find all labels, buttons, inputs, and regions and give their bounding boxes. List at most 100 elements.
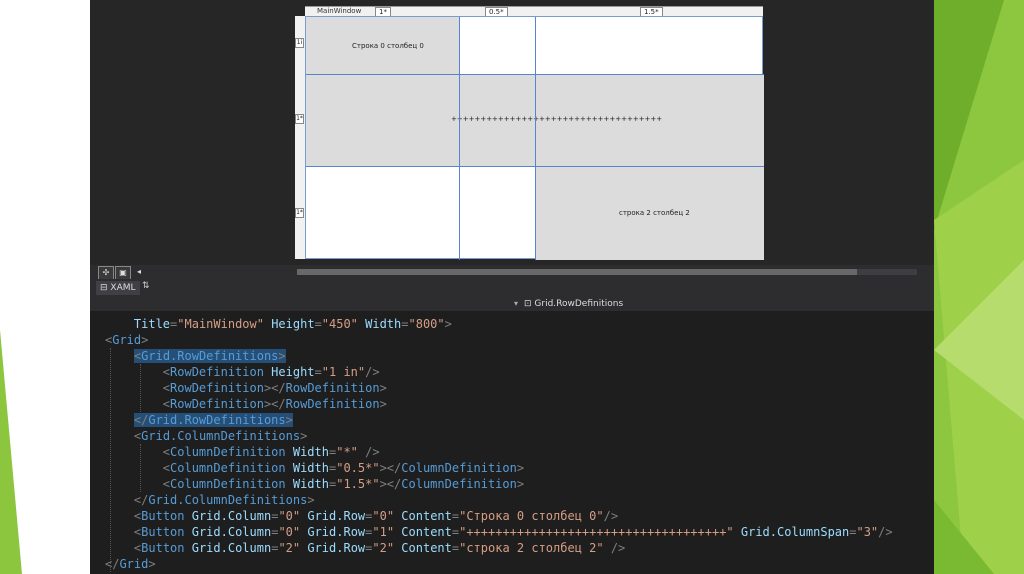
code-token: Grid.Row	[300, 541, 366, 555]
code-line[interactable]: <Grid.ColumnDefinitions>	[105, 428, 307, 444]
code-line[interactable]: <RowDefinition></RowDefinition>	[105, 396, 387, 412]
code-line[interactable]: </Grid>	[105, 556, 156, 572]
code-line[interactable]: <RowDefinition></RowDefinition>	[105, 380, 387, 396]
code-token: RowDefinition	[170, 381, 264, 395]
code-line[interactable]: Title="MainWindow" Height="450" Width="8…	[105, 316, 452, 332]
code-token: />	[365, 365, 380, 379]
code-token: Grid.RowDefinitions	[148, 413, 286, 427]
element-breadcrumb[interactable]: ⊡ Grid.RowDefinitions	[524, 297, 623, 311]
code-token: Grid.Column	[184, 509, 272, 523]
code-line[interactable]: <Button Grid.Column="0" Grid.Row="1" Con…	[105, 524, 893, 540]
code-token: ColumnDefinition	[170, 477, 286, 491]
code-token: >	[516, 477, 525, 491]
column-divider-2[interactable]	[535, 17, 536, 260]
code-token: =	[314, 317, 322, 331]
code-token: />	[357, 445, 380, 459]
code-token: Button	[141, 509, 185, 523]
code-token: <	[162, 397, 171, 411]
code-token: >	[285, 413, 293, 427]
code-token: >	[379, 397, 387, 411]
horizontal-scrollbar[interactable]	[297, 269, 917, 275]
button-row0-col0-label: Строка 0 столбец 0	[352, 42, 424, 50]
code-token: Grid.Column	[184, 541, 272, 555]
window-title: MainWindow	[317, 7, 362, 15]
code-token: "MainWindow"	[177, 317, 264, 331]
button-row0-col0[interactable]: Строка 0 столбец 0	[306, 17, 459, 74]
grid-snap-icon[interactable]: ✣	[98, 266, 114, 280]
button-row1-span-label: ++++++++++++++++++++++++++++++++++++	[451, 115, 663, 123]
button-row2-col2-label: строка 2 столбец 2	[619, 209, 690, 217]
dropdown-icon[interactable]: ▾	[514, 297, 518, 311]
code-content: <Button Grid.Column="0" Grid.Row="1" Con…	[134, 525, 893, 539]
code-token: >	[148, 557, 156, 571]
code-token: Grid	[112, 333, 142, 347]
code-line[interactable]: <RowDefinition Height="1 in"/>	[105, 364, 380, 380]
artboard-icon[interactable]: ▣	[115, 266, 131, 280]
button-row2-col2[interactable]: строка 2 столбец 2	[535, 166, 764, 260]
scrollbar-thumb[interactable]	[297, 269, 857, 275]
code-token: >	[379, 381, 387, 395]
code-line[interactable]: <ColumnDefinition Width="0.5*"></ColumnD…	[105, 460, 524, 476]
column-divider-1[interactable]	[459, 17, 460, 260]
xaml-tab[interactable]: ⊟ XAML	[96, 281, 140, 295]
code-token: RowDefinition	[170, 365, 264, 379]
code-token: Width	[285, 445, 329, 459]
code-token: ColumnDefinition	[401, 477, 517, 491]
code-line[interactable]: <Grid.RowDefinitions>	[105, 348, 286, 364]
scroll-left-icon[interactable]: ◂	[132, 266, 146, 278]
code-line[interactable]: <Button Grid.Column="2" Grid.Row="2" Con…	[105, 540, 625, 556]
code-line[interactable]: </Grid.RowDefinitions>	[105, 412, 293, 428]
code-token: />	[603, 541, 626, 555]
code-token: "++++++++++++++++++++++++++++++++++++"	[459, 525, 734, 539]
code-content: Title="MainWindow" Height="450" Width="8…	[134, 317, 452, 331]
code-token: >	[278, 349, 286, 363]
code-token: "800"	[408, 317, 445, 331]
code-line[interactable]: <ColumnDefinition Width="1.5*"></ColumnD…	[105, 476, 524, 492]
code-token: "0.5*"	[336, 461, 380, 475]
view-tabs: ⊟ XAML ⇅	[90, 279, 934, 298]
element-breadcrumb-label: Grid.RowDefinitions	[534, 299, 624, 309]
code-token: <	[162, 461, 171, 475]
code-content: </Grid>	[105, 557, 156, 571]
code-token: Grid.Row	[300, 525, 366, 539]
swap-panes-icon[interactable]: ⇅	[142, 281, 150, 291]
code-token: Content	[394, 525, 452, 539]
code-line[interactable]: <Button Grid.Column="0" Grid.Row="0" Con…	[105, 508, 618, 524]
code-token: ></	[263, 397, 286, 411]
code-token: <	[162, 445, 171, 459]
row-1-height-label[interactable]: 1*	[295, 114, 304, 124]
code-content: <Button Grid.Column="0" Grid.Row="0" Con…	[134, 509, 618, 523]
code-content: </Grid.RowDefinitions>	[133, 413, 293, 427]
code-token: "450"	[321, 317, 358, 331]
row-0-height-label[interactable]: 1i	[295, 38, 304, 48]
row-divider-2[interactable]	[306, 166, 764, 167]
code-line[interactable]: </Grid.ColumnDefinitions>	[105, 492, 315, 508]
code-token: "2"	[372, 541, 395, 555]
code-token: Grid.ColumnDefinitions	[148, 493, 308, 507]
code-token: RowDefinition	[285, 381, 380, 395]
slide-left-decoration	[0, 330, 22, 574]
code-token: </	[133, 413, 149, 427]
row-ruler: 1i 1* 1*	[295, 16, 305, 259]
code-token: RowDefinition	[170, 397, 264, 411]
code-line[interactable]: <Grid>	[105, 332, 148, 348]
code-token: RowDefinition	[285, 397, 380, 411]
indent-guide	[140, 364, 141, 412]
main-window-preview[interactable]: Строка 0 столбец 0 +++++++++++++++++++++…	[305, 16, 764, 260]
code-content: <RowDefinition></RowDefinition>	[163, 397, 387, 411]
code-token: Grid.ColumnDefinitions	[141, 429, 301, 443]
code-content: <Grid.RowDefinitions>	[133, 349, 286, 363]
code-token: Button	[141, 541, 185, 555]
code-token: "1"	[372, 525, 395, 539]
code-token: Grid	[119, 557, 149, 571]
row-divider-1[interactable]	[306, 74, 764, 75]
code-token: "0"	[278, 525, 301, 539]
xaml-code-editor[interactable]: Title="MainWindow" Height="450" Width="8…	[90, 311, 934, 574]
code-line[interactable]: <ColumnDefinition Width="*" />	[105, 444, 380, 460]
row-2-height-label[interactable]: 1*	[295, 208, 304, 218]
xaml-designer-surface[interactable]: MainWindow 1* 0.5* 1.5* 1i 1* 1* Строка …	[90, 0, 934, 265]
